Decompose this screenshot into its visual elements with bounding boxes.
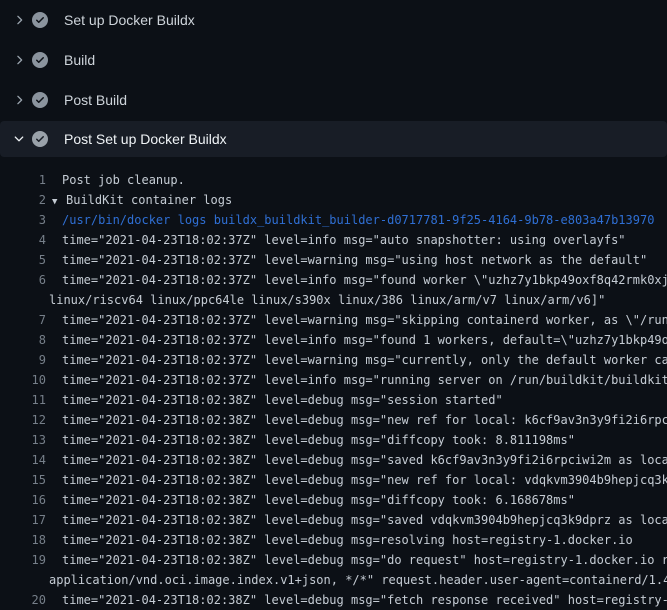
log-line: 10time="2021-04-23T18:02:37Z" level=info… xyxy=(0,370,667,390)
log-line: 20time="2021-04-23T18:02:38Z" level=debu… xyxy=(0,590,667,610)
line-number[interactable]: 9 xyxy=(0,350,46,370)
log-line: 7time="2021-04-23T18:02:37Z" level=warni… xyxy=(0,310,667,330)
log-text: linux/riscv64 linux/ppc64le linux/s390x … xyxy=(46,290,605,310)
log-text: time="2021-04-23T18:02:37Z" level=info m… xyxy=(46,330,667,350)
log-line-continuation: linux/riscv64 linux/ppc64le linux/s390x … xyxy=(0,290,667,310)
log-text: application/vnd.oci.image.index.v1+json,… xyxy=(46,570,667,590)
line-number[interactable]: 5 xyxy=(0,250,46,270)
log-text: time="2021-04-23T18:02:38Z" level=debug … xyxy=(46,410,667,430)
line-number[interactable]: 7 xyxy=(0,310,46,330)
log-line: 14time="2021-04-23T18:02:38Z" level=debu… xyxy=(0,450,667,470)
line-number[interactable]: 15 xyxy=(0,470,46,490)
log-text: time="2021-04-23T18:02:37Z" level=info m… xyxy=(46,370,667,390)
log-lines: 1Post job cleanup.2▼BuildKit container l… xyxy=(0,157,667,610)
line-number[interactable]: 20 xyxy=(0,590,46,610)
steps-list: Set up Docker Buildx Build Post Build Post … xyxy=(0,0,667,157)
log-line: 4time="2021-04-23T18:02:37Z" level=info … xyxy=(0,230,667,250)
line-number[interactable]: 1 xyxy=(0,170,46,190)
log-line: 8time="2021-04-23T18:02:37Z" level=info … xyxy=(0,330,667,350)
log-text: time="2021-04-23T18:02:38Z" level=debug … xyxy=(46,510,667,530)
log-text: time="2021-04-23T18:02:38Z" level=debug … xyxy=(46,530,633,550)
log-text: time="2021-04-23T18:02:37Z" level=warnin… xyxy=(46,350,667,370)
check-circle-icon xyxy=(32,12,48,28)
line-number[interactable]: 13 xyxy=(0,430,46,450)
line-number[interactable]: 16 xyxy=(0,490,46,510)
step-title: Post Set up Docker Buildx xyxy=(64,131,227,147)
line-number[interactable]: 3 xyxy=(0,210,46,230)
log-text: time="2021-04-23T18:02:38Z" level=debug … xyxy=(46,450,667,470)
log-line: 6time="2021-04-23T18:02:37Z" level=info … xyxy=(0,270,667,290)
log-line-continuation: application/vnd.oci.image.index.v1+json,… xyxy=(0,570,667,590)
log-line: 12time="2021-04-23T18:02:38Z" level=debu… xyxy=(0,410,667,430)
line-number xyxy=(0,570,46,590)
chevron-down-icon xyxy=(11,131,27,147)
line-number[interactable]: 12 xyxy=(0,410,46,430)
line-number[interactable]: 8 xyxy=(0,330,46,350)
log-text: time="2021-04-23T18:02:38Z" level=debug … xyxy=(46,550,667,570)
log-line: 16time="2021-04-23T18:02:38Z" level=debu… xyxy=(0,490,667,510)
line-number[interactable]: 10 xyxy=(0,370,46,390)
triangle-down-icon: ▼ xyxy=(52,192,66,210)
log-line: 9time="2021-04-23T18:02:37Z" level=warni… xyxy=(0,350,667,370)
workflow-log-viewer: Set up Docker Buildx Build Post Build Post … xyxy=(0,0,667,610)
step-title: Set up Docker Buildx xyxy=(64,12,195,28)
step-row-set-up-docker-buildx[interactable]: Set up Docker Buildx xyxy=(0,0,667,40)
log-text: time="2021-04-23T18:02:38Z" level=debug … xyxy=(46,430,575,450)
log-text: time="2021-04-23T18:02:38Z" level=debug … xyxy=(46,470,667,490)
log-line: 3/usr/bin/docker logs buildx_buildkit_bu… xyxy=(0,210,667,230)
line-number[interactable]: 19 xyxy=(0,550,46,570)
chevron-right-icon xyxy=(11,92,27,108)
chevron-right-icon xyxy=(11,52,27,68)
line-number[interactable]: 14 xyxy=(0,450,46,470)
check-circle-icon xyxy=(32,52,48,68)
line-number xyxy=(0,290,46,310)
log-line: 1Post job cleanup. xyxy=(0,170,667,190)
log-text: time="2021-04-23T18:02:38Z" level=debug … xyxy=(46,390,503,410)
log-line: 5time="2021-04-23T18:02:37Z" level=warni… xyxy=(0,250,667,270)
log-line: 19time="2021-04-23T18:02:38Z" level=debu… xyxy=(0,550,667,570)
log-line: 18time="2021-04-23T18:02:38Z" level=debu… xyxy=(0,530,667,550)
log-line: 13time="2021-04-23T18:02:38Z" level=debu… xyxy=(0,430,667,450)
log-line: 15time="2021-04-23T18:02:38Z" level=debu… xyxy=(0,470,667,490)
check-circle-icon xyxy=(32,92,48,108)
line-number[interactable]: 4 xyxy=(0,230,46,250)
command-text: /usr/bin/docker logs buildx_buildkit_bui… xyxy=(46,210,654,230)
step-row-build[interactable]: Build xyxy=(0,40,667,80)
group-label: BuildKit container logs xyxy=(66,193,232,207)
step-row-post-set-up-docker-buildx[interactable]: Post Set up Docker Buildx xyxy=(0,121,667,157)
step-row-post-build[interactable]: Post Build xyxy=(0,80,667,120)
log-line: 11time="2021-04-23T18:02:38Z" level=debu… xyxy=(0,390,667,410)
step-title: Post Build xyxy=(64,92,127,108)
log-text: time="2021-04-23T18:02:37Z" level=info m… xyxy=(46,230,626,250)
line-number[interactable]: 6 xyxy=(0,270,46,290)
check-circle-icon xyxy=(32,131,48,147)
step-title: Build xyxy=(64,52,95,68)
line-number[interactable]: 2 xyxy=(0,190,46,210)
log-line: 17time="2021-04-23T18:02:38Z" level=debu… xyxy=(0,510,667,530)
line-number[interactable]: 18 xyxy=(0,530,46,550)
log-text: Post job cleanup. xyxy=(46,170,185,190)
chevron-right-icon xyxy=(11,12,27,28)
line-number[interactable]: 17 xyxy=(0,510,46,530)
group-toggle[interactable]: ▼BuildKit container logs xyxy=(46,190,232,210)
log-text: time="2021-04-23T18:02:37Z" level=info m… xyxy=(46,270,667,290)
line-number[interactable]: 11 xyxy=(0,390,46,410)
log-text: time="2021-04-23T18:02:37Z" level=warnin… xyxy=(46,310,667,330)
log-text: time="2021-04-23T18:02:38Z" level=debug … xyxy=(46,590,667,610)
log-text: time="2021-04-23T18:02:38Z" level=debug … xyxy=(46,490,575,510)
log-line: 2▼BuildKit container logs xyxy=(0,190,667,210)
log-text: time="2021-04-23T18:02:37Z" level=warnin… xyxy=(46,250,647,270)
